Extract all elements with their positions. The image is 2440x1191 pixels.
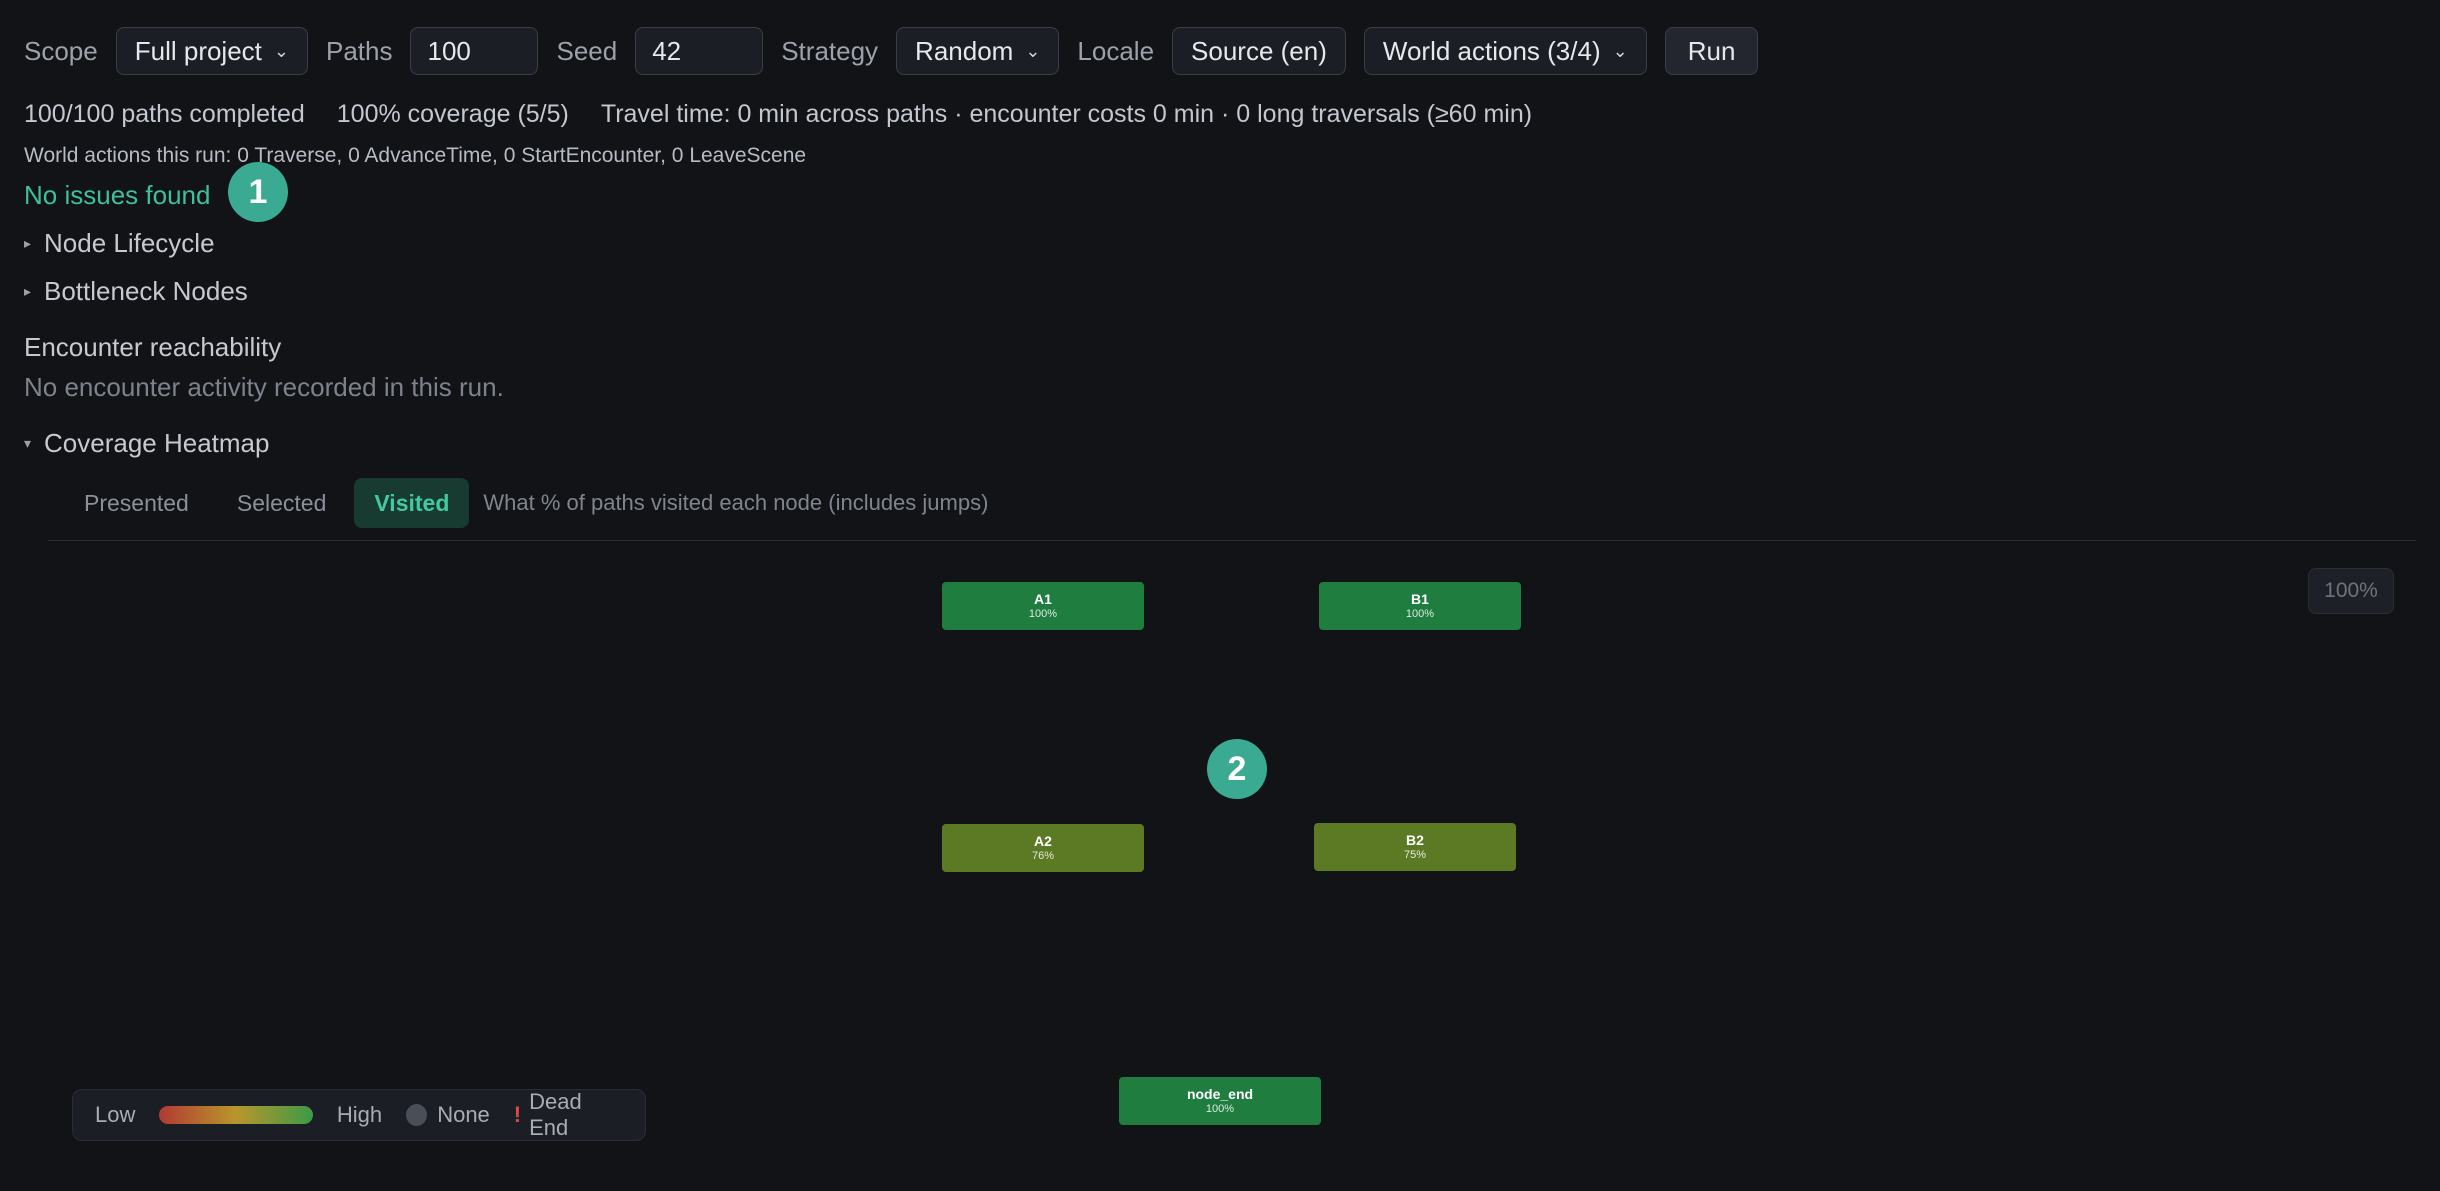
chevron-down-icon: ⌄ <box>1025 40 1041 61</box>
caret-right-icon: ▸ <box>24 235 32 251</box>
toolbar: Scope Full project ⌄ Paths 100 Seed 42 S… <box>24 26 1759 76</box>
scope-select-value: Full project <box>134 35 262 66</box>
heatmap-node-b1[interactable]: B1 100% <box>1319 582 1521 630</box>
heatmap-legend: Low High None ! Dead End <box>72 1089 646 1141</box>
legend-dead-end: Dead End <box>529 1089 582 1140</box>
node-name: A2 <box>1034 833 1052 849</box>
paths-label: Paths <box>325 35 393 66</box>
legend-gradient <box>159 1106 313 1124</box>
world-actions-summary: World actions this run: 0 Traverse, 0 Ad… <box>24 144 807 167</box>
node-name: A1 <box>1034 591 1052 607</box>
legend-high: High <box>336 1102 383 1127</box>
strategy-select-value: Random <box>915 35 1014 66</box>
legend-low: Low <box>95 1102 136 1127</box>
strategy-label: Strategy <box>781 35 879 66</box>
chevron-down-icon: ⌄ <box>273 40 289 61</box>
step-badge-2: 2 <box>1207 739 1267 799</box>
playtest-report: Scope Full project ⌄ Paths 100 Seed 42 S… <box>0 0 2440 1191</box>
seed-input-value: 42 <box>652 35 682 66</box>
paths-input-value: 100 <box>427 35 471 66</box>
tab-presented[interactable]: Presented <box>64 478 209 528</box>
node-percent: 75% <box>1403 849 1427 861</box>
heatmap-node-node-end[interactable]: node_end 100% <box>1119 1077 1321 1125</box>
paths-input[interactable]: 100 <box>410 27 539 75</box>
travel-summary: Travel time: 0 min across paths · encoun… <box>600 100 1533 128</box>
node-lifecycle-toggle[interactable]: ▸ Node Lifecycle <box>24 228 215 259</box>
seed-input[interactable]: 42 <box>635 27 764 75</box>
run-button[interactable]: Run <box>1664 27 1759 75</box>
scope-select[interactable]: Full project ⌄ <box>115 27 308 75</box>
heatmap-node-b2[interactable]: B2 75% <box>1314 823 1516 871</box>
locale-select[interactable]: Source (en) <box>1172 27 1346 75</box>
seed-label: Seed <box>556 35 618 66</box>
world-actions-select[interactable]: World actions (3/4) ⌄ <box>1363 27 1647 75</box>
node-lifecycle-title: Node Lifecycle <box>44 228 215 258</box>
bottleneck-nodes-title: Bottleneck Nodes <box>44 276 248 306</box>
coverage-heatmap-toggle[interactable]: ▾ Coverage Heatmap <box>24 428 269 459</box>
step-badge-1: 1 <box>228 162 288 222</box>
node-percent: 100% <box>1028 608 1058 620</box>
caret-right-icon: ▸ <box>24 283 32 299</box>
coverage-heatmap-title: Coverage Heatmap <box>44 428 270 458</box>
locale-select-value: Source (en) <box>1191 35 1327 66</box>
node-percent: 100% <box>1205 1103 1235 1115</box>
heatmap-node-a2[interactable]: A2 76% <box>942 824 1144 872</box>
run-button-label: Run <box>1687 35 1736 66</box>
coverage-summary: 100% coverage (5/5) <box>336 100 569 128</box>
divider <box>48 540 2416 541</box>
encounter-reachability-text: No encounter activity recorded in this r… <box>24 372 504 402</box>
zoom-level[interactable]: 100% <box>2308 568 2394 614</box>
node-percent: 100% <box>1405 608 1435 620</box>
dead-end-icon: ! <box>513 1102 522 1127</box>
run-summary: 100/100 paths completed 100% coverage (5… <box>24 100 1564 129</box>
encounter-reachability-title: Encounter reachability <box>24 332 282 362</box>
chevron-down-icon: ⌄ <box>1612 40 1628 61</box>
scope-label: Scope <box>24 35 98 66</box>
node-name: B2 <box>1406 832 1424 848</box>
strategy-select[interactable]: Random ⌄ <box>896 27 1060 75</box>
heatmap-node-a1[interactable]: A1 100% <box>942 582 1144 630</box>
node-name: B1 <box>1411 591 1429 607</box>
node-percent: 76% <box>1031 850 1055 862</box>
legend-none-swatch <box>406 1104 428 1126</box>
legend-none: None <box>437 1102 490 1127</box>
paths-completed: 100/100 paths completed <box>24 100 305 128</box>
status-message: No issues found <box>24 180 211 210</box>
heatmap-hint: What % of paths visited each node (inclu… <box>483 490 989 515</box>
tab-selected[interactable]: Selected <box>217 478 347 528</box>
locale-label: Locale <box>1077 35 1155 66</box>
bottleneck-nodes-toggle[interactable]: ▸ Bottleneck Nodes <box>24 276 248 307</box>
heatmap-tabs: Presented Selected Visited What % of pat… <box>64 478 988 528</box>
node-name: node_end <box>1186 1086 1254 1102</box>
world-actions-select-value: World actions (3/4) <box>1382 35 1601 66</box>
tab-visited[interactable]: Visited <box>354 478 470 528</box>
caret-down-icon: ▾ <box>24 435 32 451</box>
